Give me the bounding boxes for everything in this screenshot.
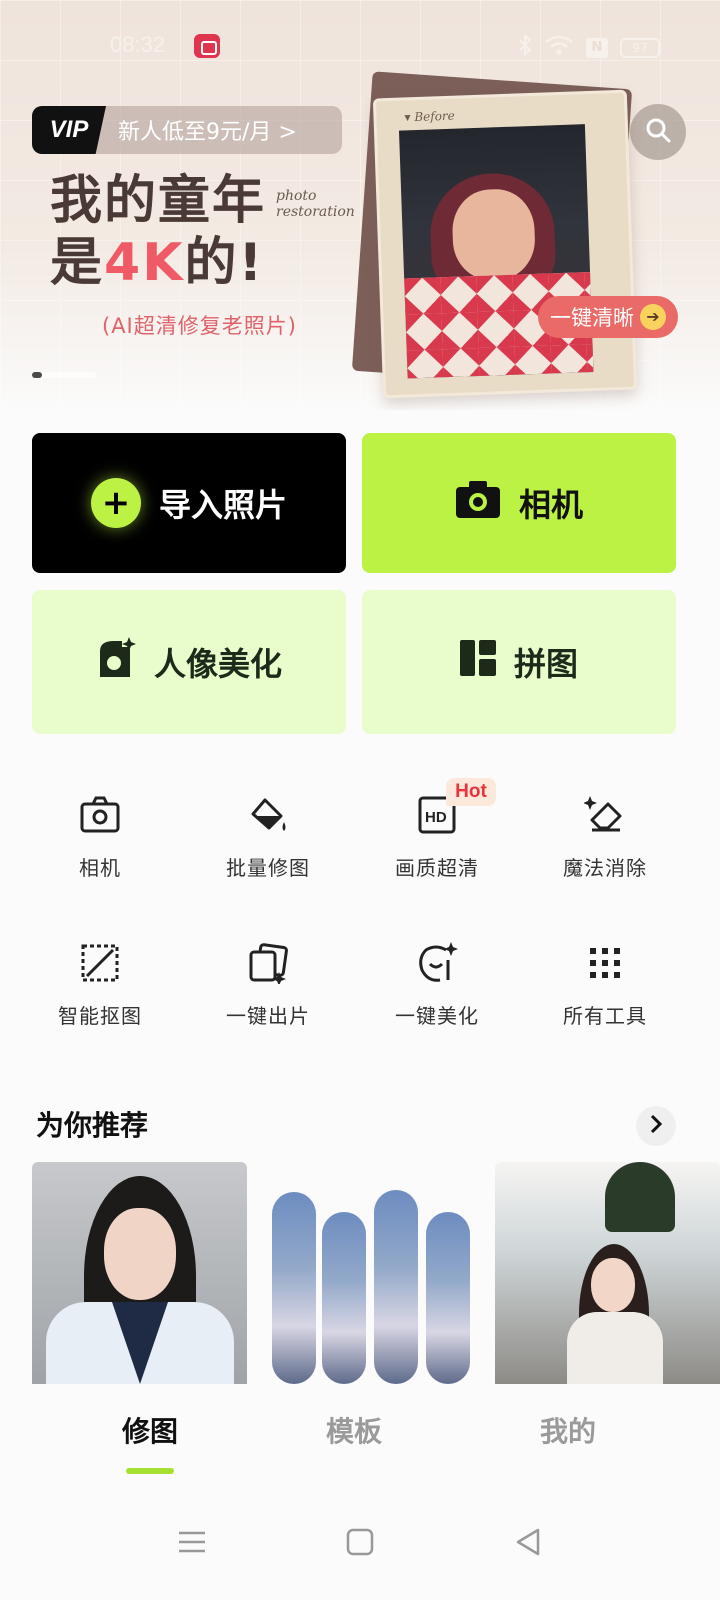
tool-label: 相机	[79, 856, 121, 880]
arrow-right-icon: ➔	[640, 304, 666, 330]
bottom-nav: 修图 模板 我的	[0, 1384, 720, 1484]
nfc-icon: N	[586, 37, 608, 58]
tool-label: 批量修图	[226, 856, 310, 880]
collage-icon	[459, 640, 496, 684]
banner-subline: (AI超清修复老照片)	[102, 314, 297, 338]
camera-label: 相机	[518, 486, 583, 524]
battery-indicator: 97	[620, 37, 660, 58]
one-tap-enhance-button[interactable]: 一键清晰 ➔	[538, 296, 678, 338]
vip-offer-text: 新人低至9元/月 >	[118, 120, 297, 145]
portrait-beautify-label: 人像美化	[153, 645, 282, 683]
menu-icon[interactable]	[176, 1526, 208, 1558]
status-bar: 08:32 N 97	[0, 22, 720, 72]
all-tools-grid-icon	[584, 942, 626, 984]
carousel-dot-active	[32, 372, 42, 378]
status-icons: N 97	[518, 33, 660, 61]
svg-text:HD: HD	[425, 809, 447, 826]
tool-label: 一键美化	[395, 1004, 479, 1028]
portrait-sparkle-icon	[96, 637, 136, 687]
tool-label: 魔法消除	[563, 856, 647, 880]
home-icon[interactable]	[344, 1526, 376, 1558]
tool-all-tools[interactable]: 所有工具	[520, 942, 690, 1062]
plus-icon: +	[90, 478, 141, 528]
enhance-button-label: 一键清晰	[550, 306, 634, 330]
tool-label: 所有工具	[563, 1004, 647, 1028]
old-child-photo	[398, 124, 594, 379]
promo-banner[interactable]: 08:32 N 97 VIP 新人低至9元/月 > 我的童年 是4K的! pho…	[0, 0, 720, 410]
collage-strip	[322, 1212, 366, 1384]
one-tap-beautify-icon	[416, 942, 458, 984]
wifi-icon	[544, 34, 574, 61]
active-tab-indicator	[126, 1468, 174, 1474]
recommend-card-collage[interactable]	[262, 1162, 480, 1384]
camera-button[interactable]: 相机	[362, 433, 676, 573]
tool-hd-enhance[interactable]: HD 画质超清	[352, 794, 522, 914]
beach-girl-body	[567, 1312, 663, 1384]
chevron-right-icon	[649, 1114, 663, 1138]
tool-label: 画质超清	[395, 856, 479, 880]
magic-eraser-icon	[583, 794, 626, 836]
one-tap-photo-icon	[247, 942, 289, 986]
tab-edit[interactable]: 修图	[90, 1410, 210, 1450]
tool-batch-edit[interactable]: 批量修图	[183, 794, 353, 914]
system-nav-bar	[0, 1484, 720, 1600]
portrait-beautify-button[interactable]: 人像美化	[32, 590, 346, 734]
paint-bucket-icon	[247, 794, 289, 836]
tool-one-tap-beautify[interactable]: 一键美化	[352, 942, 522, 1062]
beach-girl-face	[591, 1258, 635, 1312]
search-button[interactable]	[630, 104, 686, 160]
recommend-card-beach[interactable]	[495, 1162, 720, 1384]
tool-magic-erase[interactable]: 魔法消除	[520, 794, 690, 914]
bluetooth-icon	[518, 33, 532, 61]
smart-cutout-icon	[79, 942, 121, 984]
tool-smart-cutout[interactable]: 智能抠图	[15, 942, 185, 1062]
hot-badge: Hot	[446, 778, 496, 806]
before-photo-card: ▾ Before	[372, 89, 638, 399]
import-photo-button[interactable]: + 导入照片	[32, 433, 346, 573]
headline-line-2: 是4K的!	[50, 233, 265, 293]
before-label: ▾ Before	[404, 108, 456, 125]
collage-button[interactable]: 拼图	[362, 590, 676, 734]
tool-camera[interactable]: 相机	[15, 794, 185, 914]
camera-outline-icon	[79, 794, 121, 836]
camera-icon	[455, 479, 501, 527]
collage-strip	[374, 1190, 418, 1384]
recommend-more-button[interactable]	[636, 1106, 676, 1146]
status-time: 08:32	[110, 32, 166, 57]
collage-strip	[426, 1212, 470, 1384]
palm-tree	[605, 1162, 675, 1232]
collage-strip	[272, 1192, 316, 1384]
child-face	[451, 187, 537, 281]
tool-label: 一键出片	[226, 1004, 310, 1028]
headline-accent: 4K	[104, 233, 185, 293]
recommend-card-id-photo[interactable]	[32, 1162, 247, 1384]
vip-offer-pill[interactable]: VIP 新人低至9元/月 >	[32, 106, 342, 154]
tab-mine[interactable]: 我的	[508, 1410, 628, 1450]
tool-label: 智能抠图	[58, 1004, 142, 1028]
photo-restoration-script: photo restoration	[276, 188, 355, 220]
portrait-face	[104, 1208, 176, 1300]
recommend-title: 为你推荐	[36, 1109, 149, 1142]
search-icon	[644, 116, 672, 148]
collage-label: 拼图	[513, 645, 578, 683]
tool-one-tap-photo[interactable]: 一键出片	[183, 942, 353, 1062]
carousel-indicator	[32, 372, 96, 378]
back-icon[interactable]	[512, 1526, 544, 1558]
screen-record-icon	[194, 34, 220, 58]
import-photo-label: 导入照片	[158, 486, 287, 524]
tab-templates[interactable]: 模板	[294, 1410, 414, 1450]
vip-tag: VIP	[32, 106, 106, 154]
